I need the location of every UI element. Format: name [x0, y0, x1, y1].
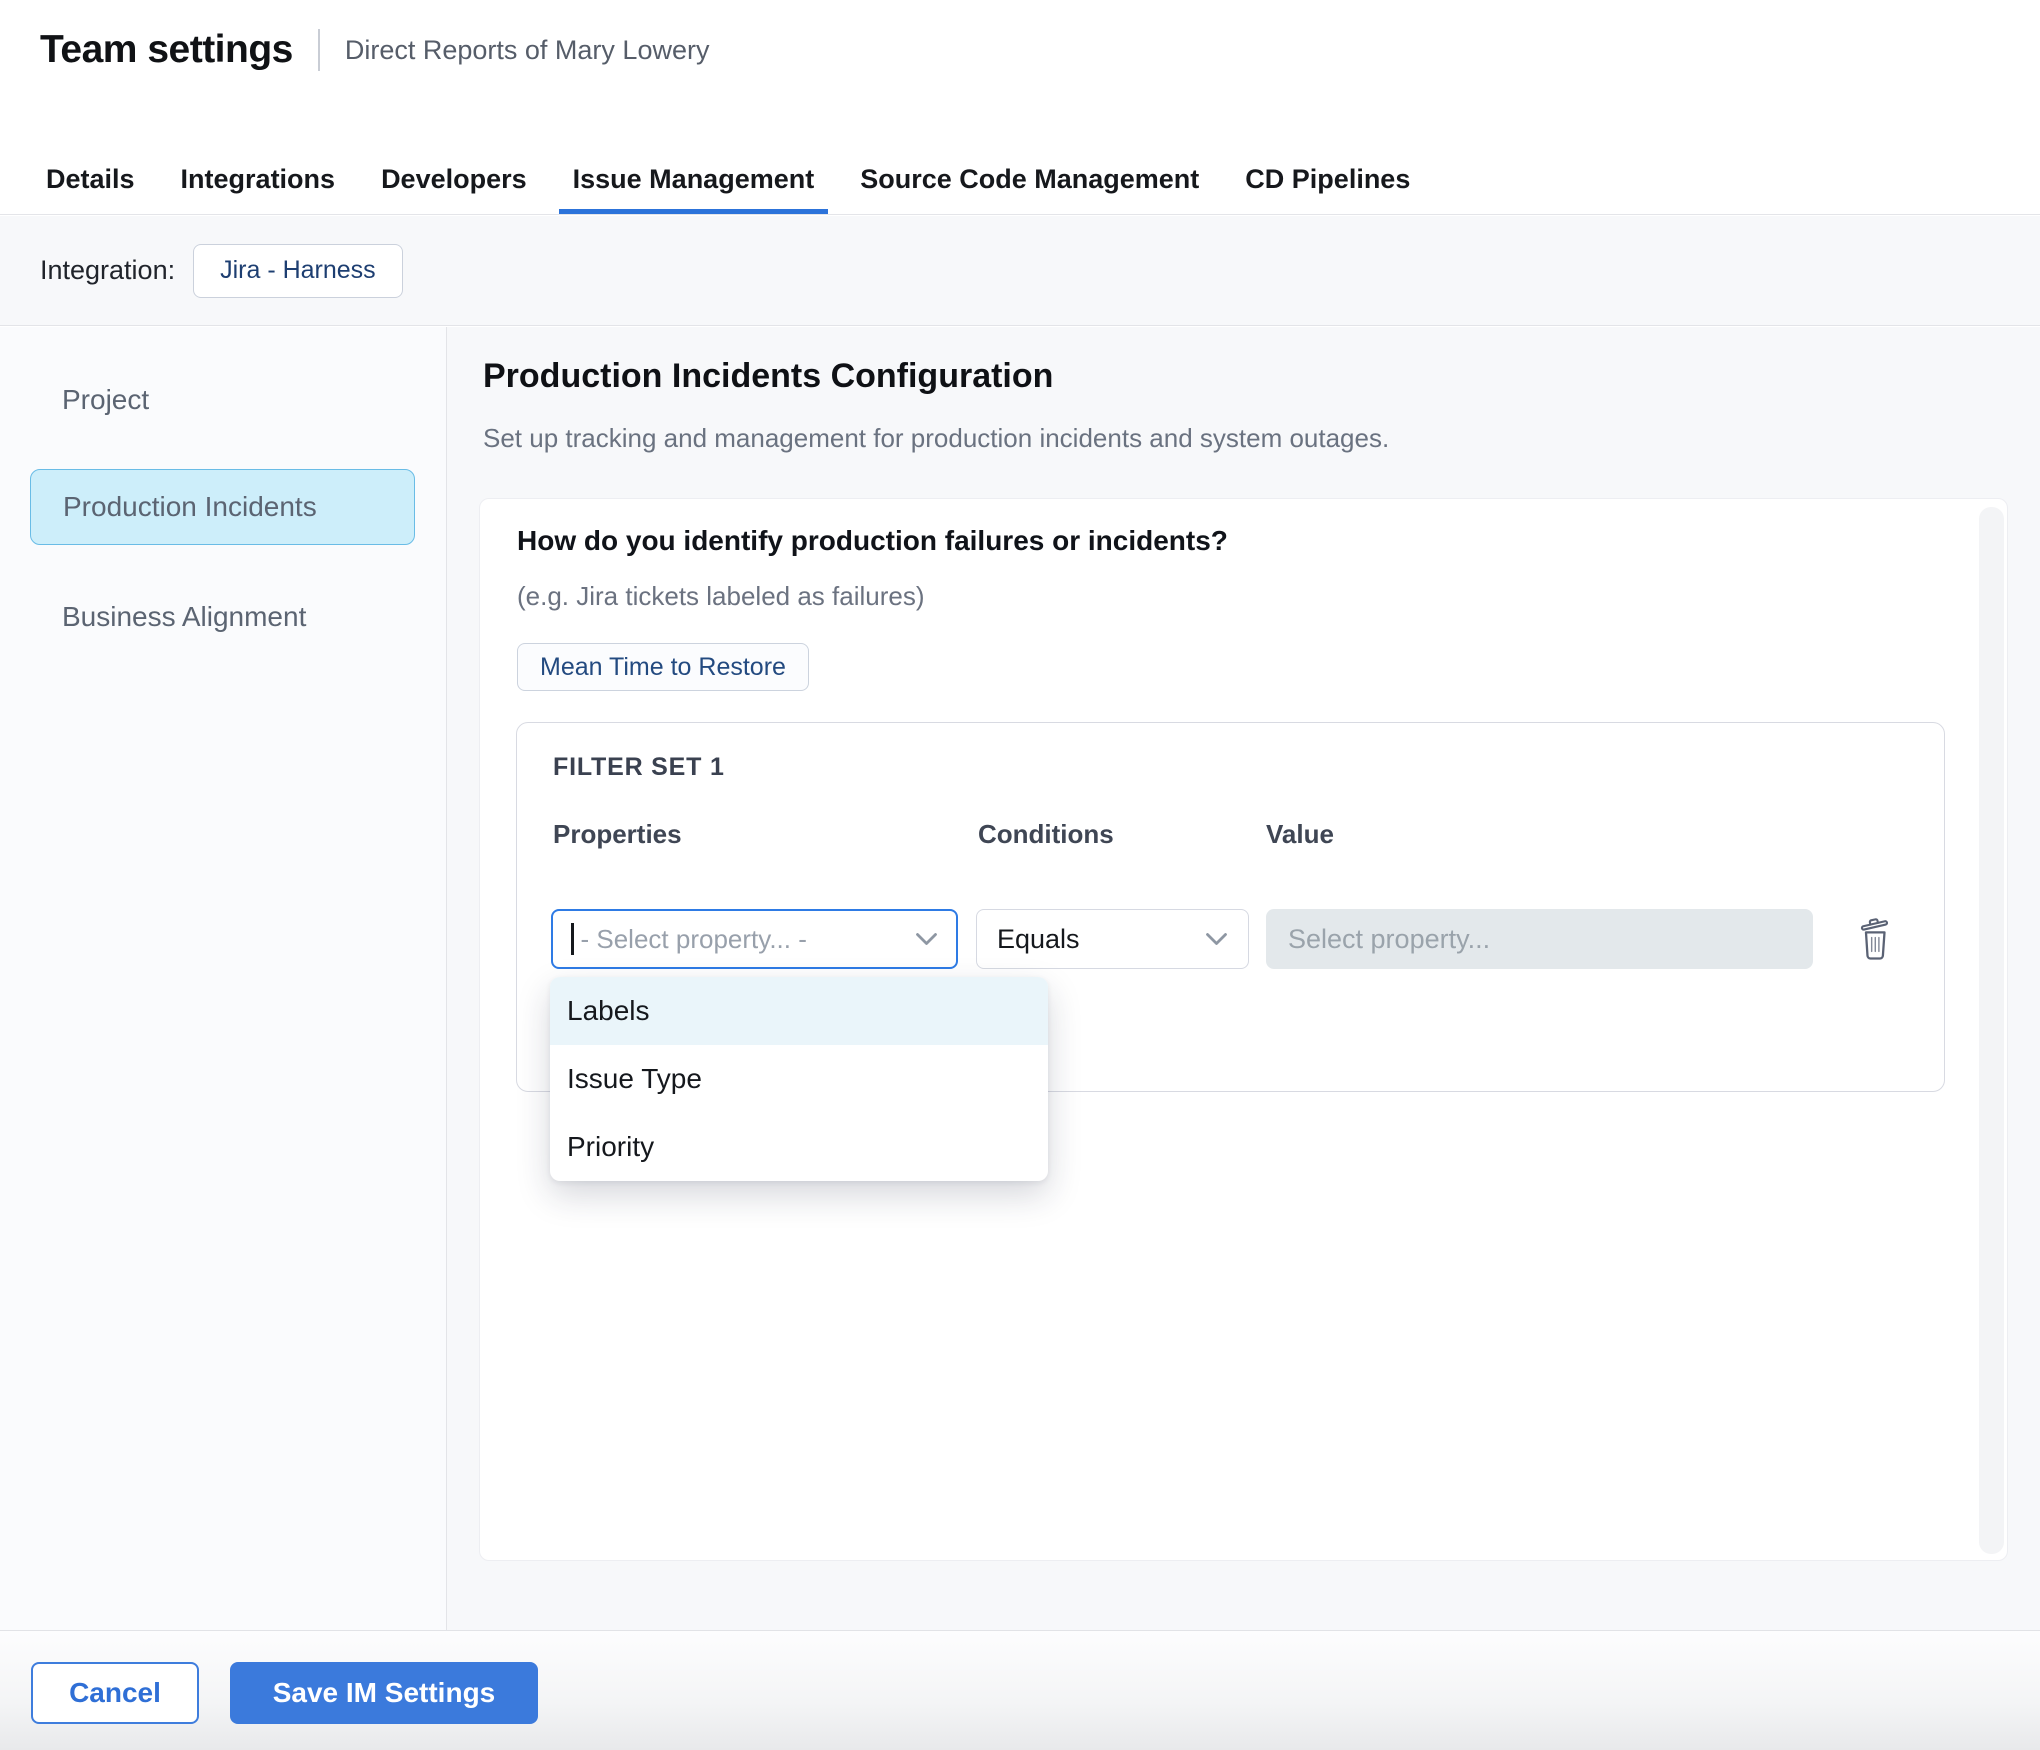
column-header-conditions: Conditions [978, 819, 1114, 850]
value-input[interactable]: Select property... [1266, 909, 1813, 969]
column-header-value: Value [1266, 819, 1334, 850]
integration-row: Integration: Jira - Harness [0, 216, 2040, 326]
dropdown-option-labels[interactable]: Labels [550, 977, 1048, 1045]
cancel-button[interactable]: Cancel [31, 1662, 199, 1724]
section-heading: Production Incidents Configuration [483, 357, 1053, 396]
chevron-down-icon [915, 932, 938, 947]
filter-set-title: FILTER SET 1 [553, 753, 725, 782]
dropdown-option-priority[interactable]: Priority [550, 1113, 1048, 1181]
title-row: Team settings Direct Reports of Mary Low… [40, 28, 709, 72]
sidebar-item-production-incidents[interactable]: Production Incidents [30, 469, 415, 545]
page-title: Team settings [40, 28, 293, 72]
tab-bar: Details Integrations Developers Issue Manag… [32, 150, 1424, 214]
text-caret [571, 923, 574, 955]
integration-badge[interactable]: Jira - Harness [193, 244, 403, 298]
card-scrollbar-track[interactable] [1979, 507, 2004, 1554]
integration-label: Integration: [40, 255, 175, 286]
trash-icon [1856, 915, 1894, 963]
property-select[interactable]: - Select property... - [551, 909, 958, 969]
section-description: Set up tracking and management for produ… [483, 423, 1389, 454]
delete-filter-button[interactable] [1851, 913, 1899, 965]
tab-developers[interactable]: Developers [367, 150, 541, 214]
tab-details[interactable]: Details [32, 150, 149, 214]
value-input-placeholder: Select property... [1288, 924, 1490, 955]
page-subtitle: Direct Reports of Mary Lowery [318, 29, 710, 71]
main-content: Production Incidents Configuration Set u… [447, 327, 2040, 1630]
question-text: How do you identify production failures … [517, 525, 1228, 557]
sidebar: Project Production Incidents Business Alig… [0, 327, 447, 1630]
sidebar-item-project[interactable]: Project [30, 372, 415, 428]
sidebar-item-business-alignment[interactable]: Business Alignment [30, 589, 415, 645]
property-dropdown: LabelsIssue TypePriority [550, 977, 1048, 1181]
content-area: Project Production Incidents Business Alig… [0, 327, 2040, 1630]
tab-integrations[interactable]: Integrations [167, 150, 350, 214]
question-hint: (e.g. Jira tickets labeled as failures) [517, 581, 925, 612]
condition-select[interactable]: Equals [976, 909, 1249, 969]
column-header-properties: Properties [553, 819, 682, 850]
tab-source-code-management[interactable]: Source Code Management [846, 150, 1213, 214]
page-header: Team settings Direct Reports of Mary Low… [0, 0, 2040, 215]
property-select-placeholder: - Select property... - [581, 924, 916, 955]
tab-issue-management[interactable]: Issue Management [559, 150, 829, 214]
footer: Cancel Save IM Settings [0, 1630, 2040, 1750]
config-card: How do you identify production failures … [479, 498, 2008, 1561]
condition-select-value: Equals [997, 924, 1080, 955]
dropdown-option-issue-type[interactable]: Issue Type [550, 1045, 1048, 1113]
chevron-down-icon [1205, 932, 1228, 947]
save-button[interactable]: Save IM Settings [230, 1662, 538, 1724]
tab-cd-pipelines[interactable]: CD Pipelines [1231, 150, 1424, 214]
metric-chip-mean-time-to-restore[interactable]: Mean Time to Restore [517, 643, 809, 691]
